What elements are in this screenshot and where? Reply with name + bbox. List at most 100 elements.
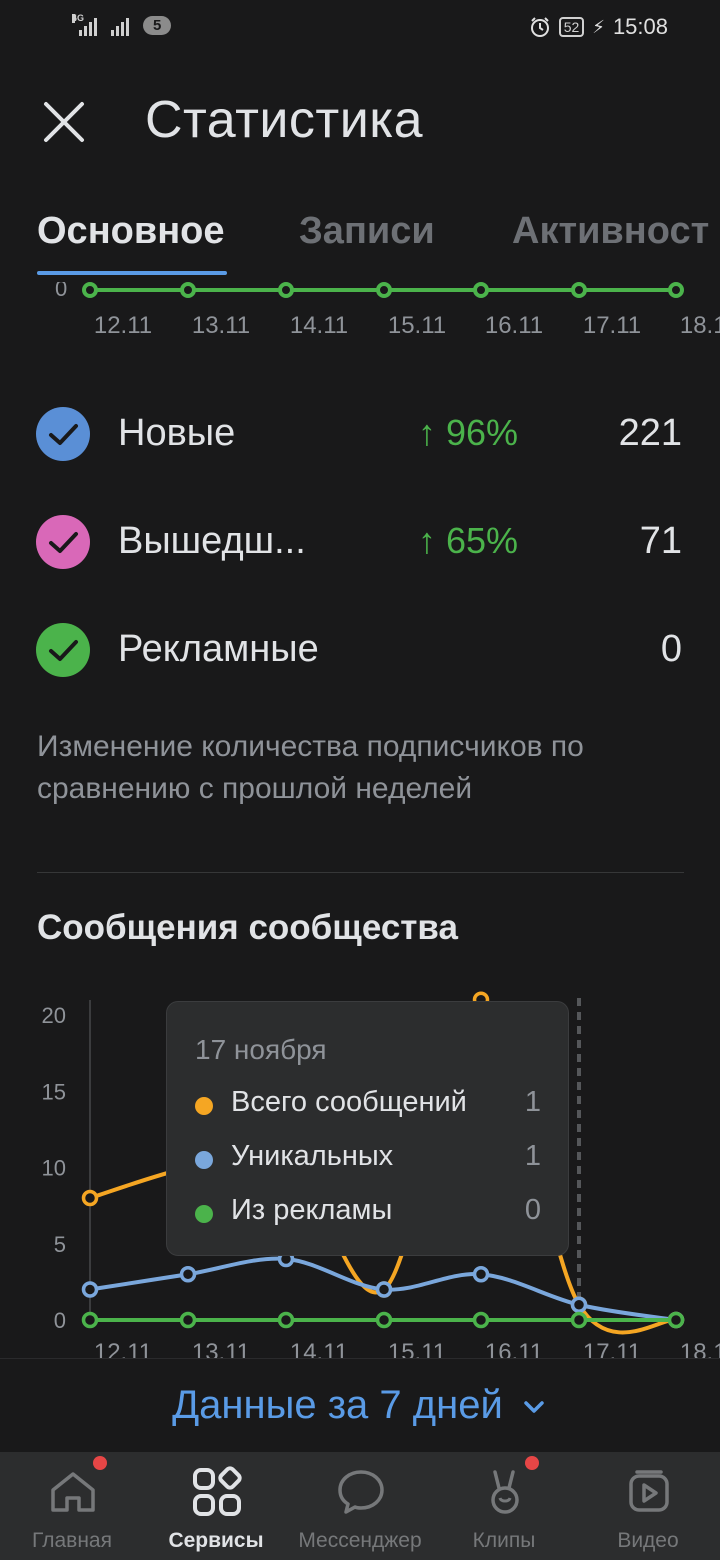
charging-icon: ⚡ [592, 16, 605, 37]
tooltip-label: Из рекламы [231, 1194, 393, 1226]
subscriber-delta: ↑ 65% [418, 520, 519, 561]
x-tick-label: 17.11 [583, 1339, 641, 1360]
signal-icon: 4G [72, 14, 97, 36]
subscriber-value: 221 [618, 412, 682, 454]
nav-item-video[interactable]: Видео [576, 1452, 720, 1560]
nav-item-clips[interactable]: Клипы [432, 1452, 576, 1560]
check-icon [49, 640, 78, 661]
chart-tooltip: 17 ноября Всего сообщений 1 Уникальных 1… [166, 1001, 569, 1256]
checkbox-left[interactable] [36, 515, 90, 569]
data-point [179, 1266, 197, 1283]
status-right: 52 ⚡ 15:08 [529, 14, 668, 40]
subscriber-label: Вышедш... [118, 520, 306, 562]
header: Статистика [0, 70, 720, 180]
nav-label: Сервисы [168, 1529, 264, 1552]
data-point [472, 1266, 490, 1283]
data-point [81, 1189, 99, 1207]
tooltip-row: Всего сообщений 1 [195, 1086, 545, 1122]
video-icon [629, 1470, 669, 1512]
nav-label: Главная [32, 1529, 112, 1552]
nav-item-services[interactable]: Сервисы [144, 1452, 288, 1560]
legend-dot [195, 1097, 213, 1115]
tooltip-row: Уникальных 1 [195, 1140, 545, 1176]
nav-item-messenger[interactable]: Мессенджер [288, 1452, 432, 1560]
subscriber-row-ads[interactable]: Рекламные 0 [0, 615, 720, 685]
data-point [571, 282, 587, 298]
y-tick-label: 0 [55, 282, 67, 301]
close-button[interactable] [38, 96, 90, 148]
data-point [375, 1281, 393, 1298]
x-tick-label: 12.11 [94, 1339, 152, 1360]
x-tick-label: 17.11 [583, 312, 641, 339]
checkbox-ads[interactable] [36, 623, 90, 677]
tab-underline [37, 271, 227, 275]
data-point [179, 1311, 197, 1329]
tooltip-label: Всего сообщений [231, 1086, 467, 1118]
data-point [472, 1311, 490, 1329]
x-tick-label: 16.11 [485, 1339, 543, 1360]
battery-icon: 52 [558, 17, 585, 37]
tooltip-value: 0 [524, 1194, 541, 1226]
period-text: Данные за 7 дней [172, 1383, 503, 1427]
data-point [668, 282, 684, 298]
data-point [376, 282, 392, 298]
clips-icon [491, 1470, 519, 1514]
data-point [180, 282, 196, 298]
subscriber-label: Рекламные [118, 628, 319, 670]
data-point [81, 1311, 99, 1329]
y-tick-label: 20 [42, 1003, 66, 1028]
tooltip-value: 1 [524, 1140, 541, 1172]
checkbox-new[interactable] [36, 407, 90, 461]
y-tick-label: 5 [54, 1232, 66, 1257]
subscriber-value: 0 [660, 628, 682, 670]
data-point [570, 1311, 588, 1329]
signal-icon-2 [111, 14, 129, 36]
alarm-icon [530, 17, 549, 37]
tab-posts[interactable]: Записи [299, 210, 435, 253]
divider [37, 872, 684, 873]
data-point [375, 1311, 393, 1329]
page-title: Статистика [145, 91, 424, 149]
x-tick-label: 13.11 [192, 1339, 250, 1360]
y-tick-label: 15 [42, 1079, 66, 1104]
x-tick-label: 14.11 [290, 312, 348, 339]
tooltip-row: Из рекламы 0 [195, 1194, 545, 1230]
tooltip-value: 1 [524, 1086, 541, 1118]
nav-item-home[interactable]: Главная [0, 1452, 144, 1560]
data-point [570, 1296, 588, 1313]
check-icon [49, 424, 78, 445]
subscriber-delta: ↑ 96% [418, 412, 519, 453]
data-point [473, 282, 489, 298]
period-label[interactable]: Данные за 7 дней [0, 1383, 720, 1428]
tooltip-date: 17 ноября [195, 1034, 327, 1065]
x-tick-label: 14.11 [290, 1339, 348, 1360]
status-left: 4G 5 [72, 14, 172, 36]
period-selector[interactable]: Данные за 7 дней [0, 1358, 720, 1452]
bottom-nav: Главная Сервисы Мессенджер Клипы Видео [0, 1452, 720, 1560]
y-tick-label: 0 [54, 1308, 66, 1333]
subscriber-row-left[interactable]: Вышедш... ↑ 65% 71 [0, 507, 720, 577]
data-point [278, 282, 294, 298]
data-point [667, 1311, 685, 1329]
subscribers-chart-fragment[interactable]: 0 12.11 13.11 14.11 15.11 16.11 17.11 18.11 [0, 276, 720, 342]
tab-main[interactable]: Основное [37, 210, 225, 253]
sim-badge: 5 [143, 15, 172, 35]
section-title: Сообщения сообщества [37, 908, 458, 947]
x-tick-label: 16.11 [485, 312, 543, 339]
data-point [82, 282, 98, 298]
subscriber-label: Новые [118, 412, 236, 454]
home-icon [51, 1472, 95, 1512]
y-tick-label: 10 [42, 1156, 66, 1181]
data-point [81, 1281, 99, 1298]
tabs: Основное Записи Активност [0, 200, 720, 280]
tab-activity[interactable]: Активност [512, 210, 709, 253]
messenger-icon [338, 1470, 384, 1514]
subscriber-row-new[interactable]: Новые ↑ 96% 221 [0, 399, 720, 469]
x-tick-label: 12.11 [94, 312, 152, 339]
x-tick-label: 15.11 [388, 1339, 446, 1360]
nav-label: Клипы [472, 1529, 536, 1552]
legend-dot [195, 1205, 213, 1223]
chevron-down-icon [524, 1401, 544, 1414]
notification-dot [93, 1456, 107, 1470]
close-icon [44, 102, 84, 142]
